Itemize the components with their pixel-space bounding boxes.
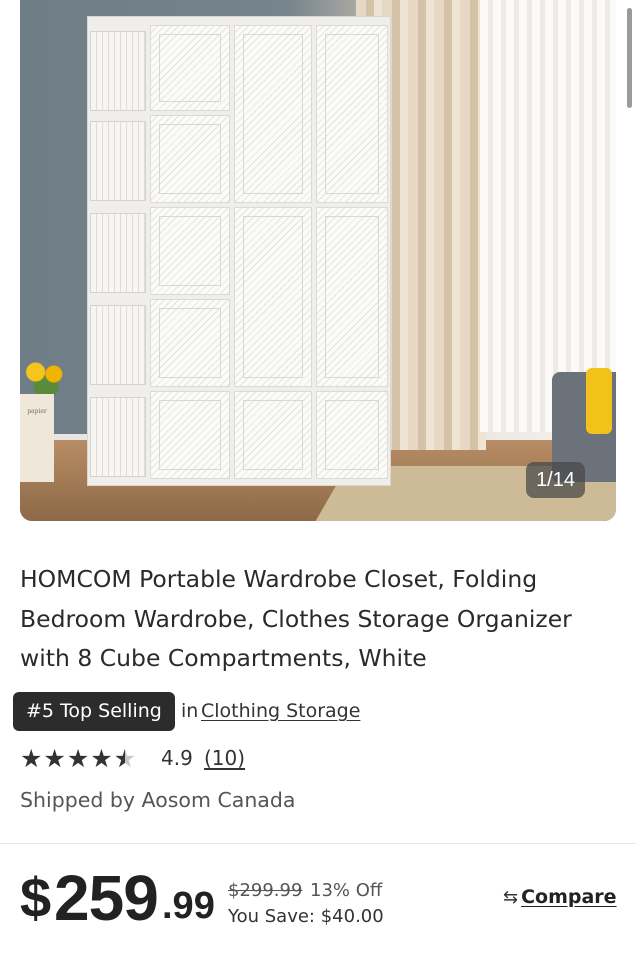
- badge-in-label: in: [181, 700, 199, 722]
- compare-button[interactable]: ⇆ Compare: [503, 886, 617, 908]
- price-currency: $: [20, 866, 52, 929]
- side-panel: [90, 213, 146, 293]
- product-title-line: Bedroom Wardrobe, Clothes Storage Organi…: [20, 604, 572, 633]
- star-icon: ★: [43, 744, 67, 773]
- section-divider: [0, 843, 636, 844]
- star-icon: ★: [20, 744, 44, 773]
- wardrobe-door: [316, 207, 388, 387]
- wardrobe-door: [234, 207, 312, 387]
- side-panel: [90, 31, 146, 111]
- wardrobe-door: [150, 207, 230, 295]
- top-selling-badge: #5 Top Selling: [13, 692, 175, 731]
- side-panel: [90, 305, 146, 385]
- wardrobe-door: [150, 391, 230, 479]
- price-cents: .99: [162, 885, 215, 927]
- wardrobe-door: [150, 299, 230, 387]
- image-counter: 1/14: [526, 462, 585, 498]
- reviews-count-link[interactable]: (10): [204, 746, 245, 770]
- wardrobe-door: [150, 115, 230, 203]
- compare-label: Compare: [521, 886, 617, 908]
- swap-arrows-icon: ⇆: [503, 887, 519, 908]
- product-title: HOMCOM Portable Wardrobe Closet, Folding…: [20, 560, 616, 679]
- wardrobe-door: [316, 25, 388, 203]
- shipped-by: Shipped by Aosom Canada: [20, 788, 296, 812]
- percent-off: 13% Off: [310, 880, 383, 901]
- wardrobe-door: [150, 25, 230, 111]
- star-icon: ★: [90, 744, 114, 773]
- wardrobe-door: [234, 25, 312, 203]
- wardrobe-door: [234, 391, 312, 479]
- half-star-icon: ★: [114, 744, 137, 773]
- was-price: $299.99: [228, 880, 303, 901]
- star-icon: ★: [66, 744, 91, 773]
- side-panel: [90, 121, 146, 201]
- price-whole: 259: [54, 862, 159, 934]
- product-title-line: HOMCOM Portable Wardrobe Closet, Folding: [20, 565, 538, 593]
- category-link[interactable]: Clothing Storage: [201, 700, 360, 722]
- you-save: You Save: $40.00: [228, 906, 384, 927]
- flowers: [20, 356, 72, 396]
- product-title-line: with 8 Cube Compartments, White: [20, 644, 427, 672]
- page-scrollbar[interactable]: [627, 8, 632, 108]
- yellow-throw: [586, 368, 612, 434]
- product-image-gallery[interactable]: papier 1/14: [20, 0, 616, 521]
- book-label: papier: [27, 408, 47, 415]
- side-panel: [90, 397, 146, 477]
- wardrobe-door: [316, 391, 388, 479]
- rating-value: 4.9: [161, 746, 193, 770]
- wardrobe-product: [87, 16, 391, 486]
- rating-stars: ★★★★★: [20, 744, 137, 774]
